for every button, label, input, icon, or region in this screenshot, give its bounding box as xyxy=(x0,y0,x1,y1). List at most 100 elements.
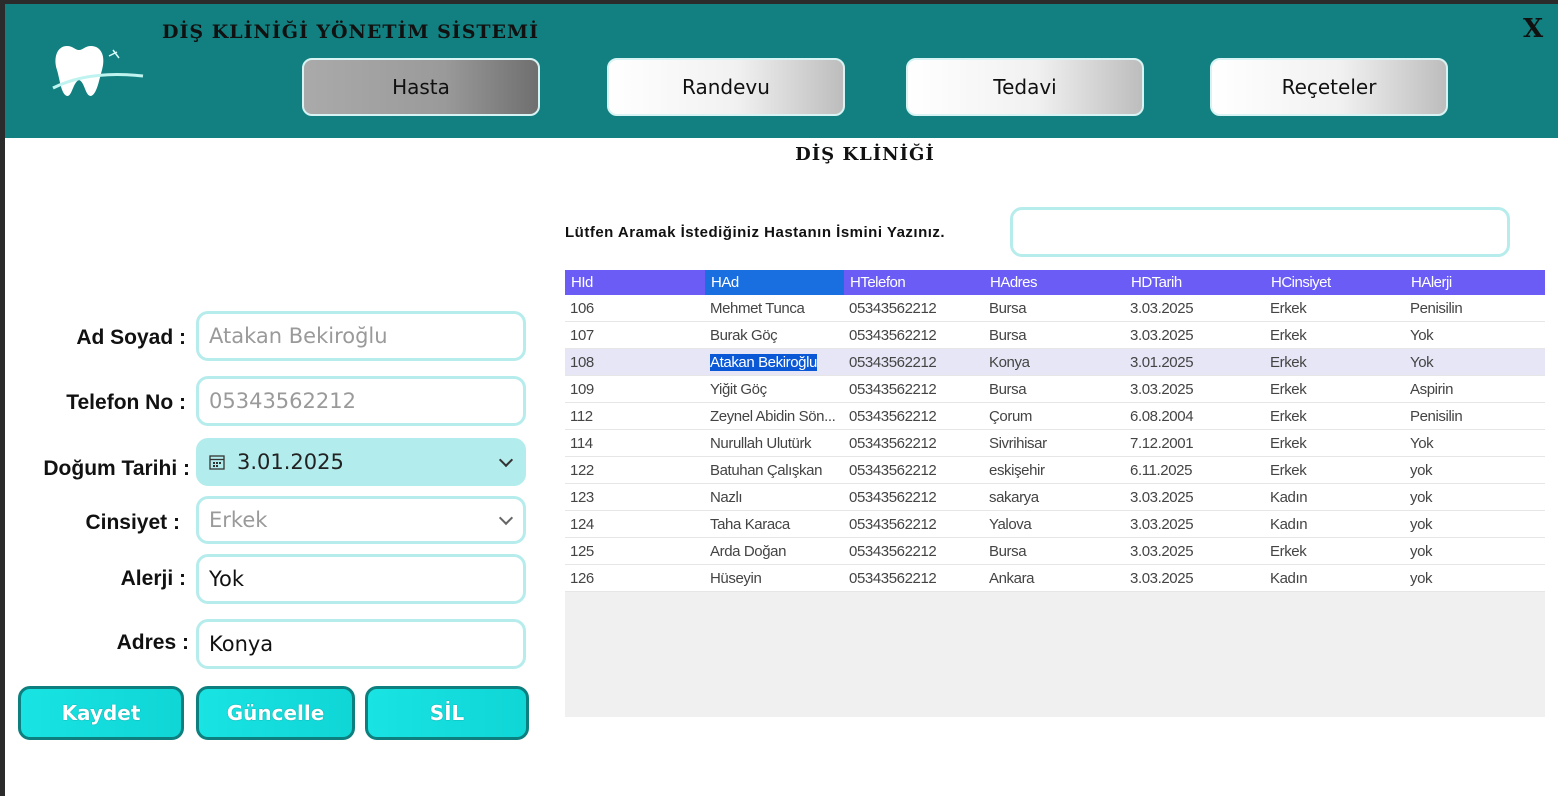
table-cell[interactable]: Erkek xyxy=(1265,537,1405,565)
ad-soyad-input[interactable]: Atakan Bekiroğlu xyxy=(196,311,526,361)
table-cell[interactable]: Burak Göç xyxy=(705,321,844,349)
adres-input[interactable]: Konya xyxy=(196,619,526,669)
table-cell[interactable]: yok xyxy=(1405,456,1545,484)
table-cell[interactable]: Erkek xyxy=(1265,321,1405,349)
kaydet-button[interactable]: Kaydet xyxy=(18,686,184,740)
table-row[interactable]: 106 Mehmet Tunca 05343562212 Bursa 3.03.2025… xyxy=(565,295,1545,322)
table-cell[interactable]: Erkek xyxy=(1265,295,1405,322)
table-cell[interactable]: 05343562212 xyxy=(844,321,984,349)
chevron-down-icon[interactable] xyxy=(498,510,514,526)
table-cell[interactable]: Çorum xyxy=(984,402,1125,430)
close-button[interactable]: X xyxy=(1523,14,1543,44)
table-cell[interactable]: Erkek xyxy=(1265,348,1405,376)
nav-hasta-button[interactable]: Hasta xyxy=(302,58,540,116)
table-cell[interactable]: Erkek xyxy=(1265,402,1405,430)
table-cell[interactable]: Kadın xyxy=(1265,510,1405,538)
table-cell[interactable]: yok xyxy=(1405,537,1545,565)
table-cell[interactable]: Ankara xyxy=(984,564,1125,592)
table-cell[interactable]: 3.03.2025 xyxy=(1125,295,1265,322)
table-cell[interactable]: 05343562212 xyxy=(844,429,984,457)
table-cell[interactable]: Arda Doğan xyxy=(705,537,844,565)
table-cell[interactable]: 05343562212 xyxy=(844,295,984,322)
table-cell[interactable]: 3.03.2025 xyxy=(1125,564,1265,592)
table-cell[interactable]: Mehmet Tunca xyxy=(705,295,844,322)
table-cell[interactable]: 05343562212 xyxy=(844,510,984,538)
table-cell[interactable]: Penisilin xyxy=(1405,295,1545,322)
table-cell[interactable]: Bursa xyxy=(984,375,1125,403)
table-cell[interactable]: Konya xyxy=(984,348,1125,376)
table-cell[interactable]: Erkek xyxy=(1265,375,1405,403)
table-cell[interactable]: 05343562212 xyxy=(844,375,984,403)
table-cell[interactable]: Penisilin xyxy=(1405,402,1545,430)
table-cell[interactable]: Erkek xyxy=(1265,456,1405,484)
nav-receteler-button[interactable]: Reçeteler xyxy=(1210,58,1448,116)
table-cell[interactable]: sakarya xyxy=(984,483,1125,511)
table-cell[interactable]: 05343562212 xyxy=(844,564,984,592)
table-row[interactable]: 123 Nazlı 05343562212 sakarya 3.03.2025 Kadın… xyxy=(565,483,1545,511)
table-cell[interactable]: 106 xyxy=(565,295,705,322)
nav-randevu-button[interactable]: Randevu xyxy=(607,58,845,116)
table-cell[interactable]: Kadın xyxy=(1265,564,1405,592)
table-cell[interactable]: Kadın xyxy=(1265,483,1405,511)
table-cell[interactable]: 3.03.2025 xyxy=(1125,483,1265,511)
table-cell[interactable]: yok xyxy=(1405,564,1545,592)
table-cell[interactable]: Sivrihisar xyxy=(984,429,1125,457)
table-cell[interactable]: Yok xyxy=(1405,429,1545,457)
table-cell[interactable]: 125 xyxy=(565,537,705,565)
table-row[interactable]: 124 Taha Karaca 05343562212 Yalova 3.03.2025… xyxy=(565,510,1545,538)
search-input[interactable] xyxy=(1010,207,1510,257)
table-cell[interactable]: Nazlı xyxy=(705,483,844,511)
table-cell[interactable]: eskişehir xyxy=(984,456,1125,484)
table-cell[interactable]: 7.12.2001 xyxy=(1125,429,1265,457)
table-row[interactable]: 108 Atakan Bekiroğlu 05343562212 Konya 3.01.… xyxy=(565,348,1545,376)
telefon-input[interactable]: 05343562212 xyxy=(196,376,526,426)
table-row[interactable]: 109 Yiğit Göç 05343562212 Bursa 3.03.2025 Erk… xyxy=(565,375,1545,403)
table-cell[interactable]: Aspirin xyxy=(1405,375,1545,403)
table-cell[interactable]: 05343562212 xyxy=(844,456,984,484)
table-cell[interactable]: 124 xyxy=(565,510,705,538)
table-cell[interactable]: Atakan Bekiroğlu xyxy=(705,348,844,376)
table-cell[interactable]: 123 xyxy=(565,483,705,511)
column-header[interactable]: HTelefon xyxy=(844,270,984,295)
table-cell[interactable]: yok xyxy=(1405,483,1545,511)
table-cell[interactable]: Bursa xyxy=(984,295,1125,322)
table-cell[interactable]: 05343562212 xyxy=(844,348,984,376)
table-cell[interactable]: 108 xyxy=(565,348,705,376)
cinsiyet-select[interactable]: Erkek xyxy=(196,496,526,544)
table-cell[interactable]: Erkek xyxy=(1265,429,1405,457)
table-cell[interactable]: Taha Karaca xyxy=(705,510,844,538)
table-row[interactable]: 107 Burak Göç 05343562212 Bursa 3.03.2025 Erk… xyxy=(565,321,1545,349)
patient-grid[interactable]: HId HAd HTelefon HAdres HDTarih HCinsiye… xyxy=(565,270,1545,717)
table-cell[interactable]: Zeynel Abidin Sön... xyxy=(705,402,844,430)
table-cell[interactable]: Hüseyin xyxy=(705,564,844,592)
dogum-tarihi-picker[interactable]: 3.01.2025 xyxy=(196,438,526,486)
table-cell[interactable]: 122 xyxy=(565,456,705,484)
table-cell[interactable]: 3.03.2025 xyxy=(1125,510,1265,538)
chevron-down-icon[interactable] xyxy=(498,452,514,468)
table-row[interactable]: 122 Batuhan Çalışkan 05343562212 eskişehir 6… xyxy=(565,456,1545,484)
table-cell[interactable]: 05343562212 xyxy=(844,402,984,430)
nav-tedavi-button[interactable]: Tedavi xyxy=(906,58,1144,116)
table-cell[interactable]: 109 xyxy=(565,375,705,403)
column-header[interactable]: HDTarih xyxy=(1125,270,1265,295)
alerji-input[interactable]: Yok xyxy=(196,554,526,604)
column-header[interactable]: HId xyxy=(565,270,705,295)
table-cell[interactable]: 05343562212 xyxy=(844,483,984,511)
table-cell[interactable]: 107 xyxy=(565,321,705,349)
column-header[interactable]: HAdres xyxy=(984,270,1125,295)
table-cell[interactable]: Bursa xyxy=(984,537,1125,565)
table-cell[interactable]: 126 xyxy=(565,564,705,592)
table-row[interactable]: 112 Zeynel Abidin Sön... 05343562212 Çorum 6… xyxy=(565,402,1545,430)
table-cell[interactable]: 114 xyxy=(565,429,705,457)
sil-button[interactable]: SİL xyxy=(365,686,529,740)
table-cell[interactable]: Yalova xyxy=(984,510,1125,538)
table-row[interactable]: 126 Hüseyin 05343562212 Ankara 3.03.2025 Kadı… xyxy=(565,564,1545,592)
guncelle-button[interactable]: Güncelle xyxy=(196,686,355,740)
table-cell[interactable]: Yok xyxy=(1405,321,1545,349)
table-cell[interactable]: 6.08.2004 xyxy=(1125,402,1265,430)
column-header[interactable]: HAd xyxy=(705,270,844,295)
table-cell[interactable]: yok xyxy=(1405,510,1545,538)
table-row[interactable]: 114 Nurullah Ulutürk 05343562212 Sivrihisar… xyxy=(565,429,1545,457)
table-cell[interactable]: 05343562212 xyxy=(844,537,984,565)
column-header[interactable]: HAlerji xyxy=(1405,270,1545,295)
